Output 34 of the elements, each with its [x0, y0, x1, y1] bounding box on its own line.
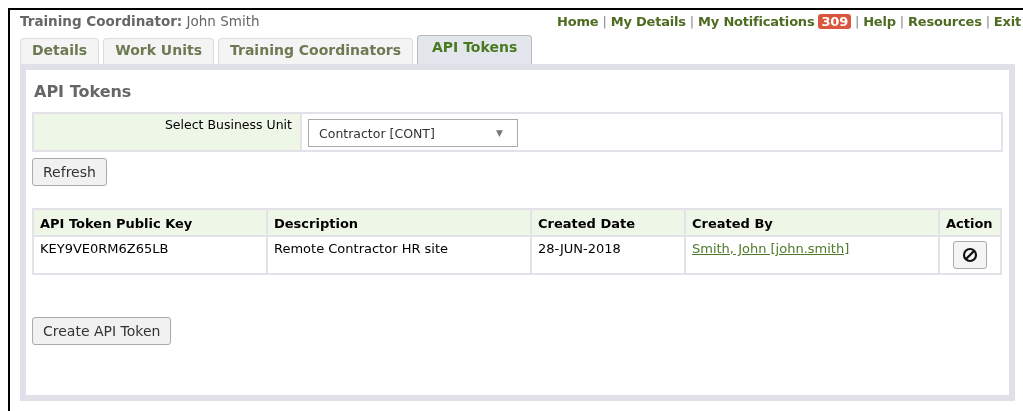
- nav-link[interactable]: My Notifications: [698, 13, 815, 29]
- table-cell: 28-JUN-2018: [531, 236, 685, 274]
- nav-link[interactable]: Resources: [908, 13, 982, 29]
- user-name: John Smith: [186, 13, 260, 29]
- nav-link[interactable]: Help: [863, 13, 896, 29]
- business-unit-dropdown[interactable]: Contractor [CONT] ▼: [308, 119, 518, 147]
- nav-separator: |: [899, 13, 905, 29]
- disable-button[interactable]: [953, 241, 987, 269]
- field-label: Select Business Unit: [34, 114, 302, 150]
- nav-separator: |: [602, 13, 607, 29]
- panel-title: API Tokens: [33, 82, 133, 103]
- tab[interactable]: Training Coordinators: [218, 38, 413, 64]
- column-header: Created Date: [531, 209, 685, 236]
- column-header: Created By: [685, 209, 939, 236]
- nav-separator: |: [689, 13, 695, 29]
- nav-link[interactable]: Exit: [993, 13, 1021, 29]
- prohibited-icon: [962, 247, 978, 263]
- nav-separator: |: [855, 13, 860, 29]
- column-header: Action: [939, 209, 1001, 236]
- tab[interactable]: Details: [20, 38, 100, 64]
- tab[interactable]: Work Units: [103, 38, 214, 64]
- column-header: Description: [267, 209, 531, 236]
- nav-separator: |: [985, 13, 990, 29]
- role-label: Training Coordinator:: [20, 13, 183, 29]
- nav-link[interactable]: Home: [557, 13, 599, 29]
- tab[interactable]: API Tokens: [417, 35, 533, 64]
- table-cell: KEY9VE0RM6Z65LB: [33, 236, 267, 274]
- nav-link[interactable]: My Details: [610, 13, 686, 29]
- caret-icon: ▼: [496, 128, 503, 138]
- table-cell: Remote Contractor HR site: [267, 236, 531, 274]
- column-header: API Token Public Key: [33, 209, 267, 236]
- refresh-button[interactable]: Refresh: [32, 158, 107, 186]
- notification-count-badge: 309: [818, 13, 851, 29]
- create-api-token-button[interactable]: Create API Token: [32, 317, 172, 345]
